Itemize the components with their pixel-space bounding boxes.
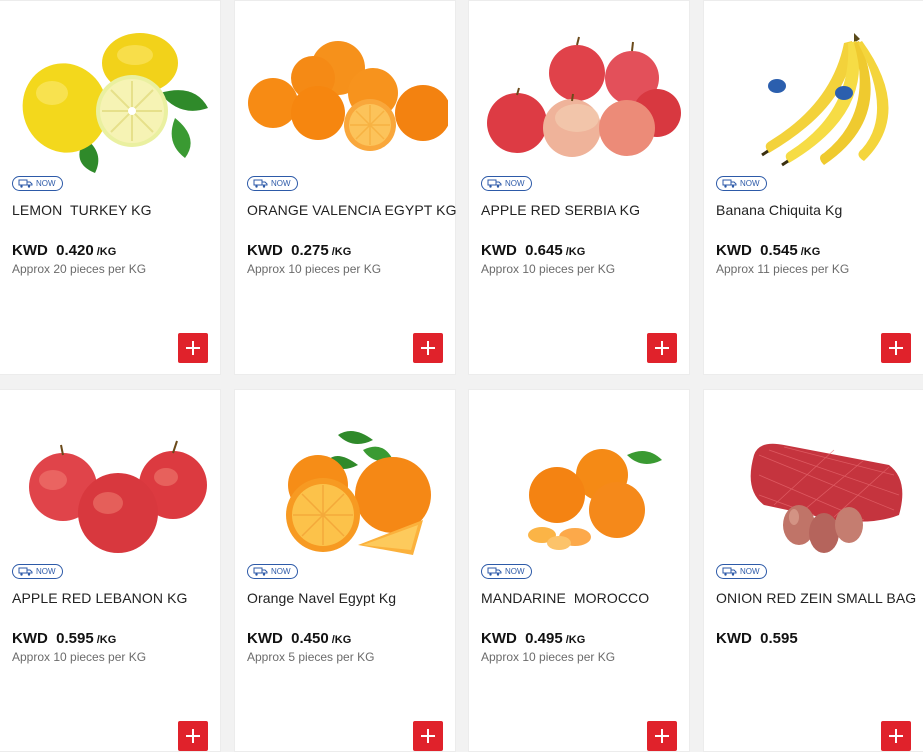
product-price: KWD 0.495/KG — [481, 630, 586, 647]
plus-icon — [421, 341, 435, 355]
product-card[interactable]: NOW MANDARINE MOROCCO KWD 0.495/KG Appro… — [468, 389, 690, 752]
add-to-cart-button[interactable] — [413, 721, 443, 751]
add-to-cart-button[interactable] — [178, 721, 208, 751]
product-card[interactable]: NOW LEMON TURKEY KG KWD 0.420/KG Approx … — [0, 0, 221, 375]
product-card[interactable]: NOW ORANGE VALENCIA EGYPT KG KWD 0.275/K… — [234, 0, 457, 375]
orange-valencia-image[interactable] — [235, 23, 455, 173]
approx-pieces: Approx 10 pieces per KG — [247, 262, 382, 276]
plus-icon — [421, 729, 435, 743]
delivery-now-badge: NOW — [716, 564, 767, 579]
delivery-now-badge: NOW — [247, 564, 298, 579]
add-to-cart-button[interactable] — [647, 721, 677, 751]
badge-label: NOW — [271, 179, 291, 188]
apple-red-lebanon-image[interactable] — [0, 420, 220, 570]
add-to-cart-button[interactable] — [647, 333, 677, 363]
add-to-cart-button[interactable] — [881, 721, 911, 751]
product-name[interactable]: Orange Navel Egypt Kg — [247, 590, 396, 606]
plus-icon — [655, 729, 669, 743]
plus-icon — [889, 341, 903, 355]
approx-pieces: Approx 11 pieces per KG — [716, 262, 850, 276]
plus-icon — [889, 729, 903, 743]
approx-pieces: Approx 20 pieces per KG — [12, 262, 147, 276]
badge-label: NOW — [740, 567, 760, 576]
product-price: KWD 0.595/KG — [12, 630, 117, 647]
delivery-truck-icon — [18, 567, 33, 576]
lemon-image[interactable] — [0, 23, 220, 173]
delivery-truck-icon — [253, 567, 268, 576]
apple-red-serbia-image[interactable] — [469, 23, 689, 173]
plus-icon — [655, 341, 669, 355]
delivery-truck-icon — [487, 567, 502, 576]
product-name[interactable]: APPLE RED SERBIA KG — [481, 202, 640, 218]
approx-pieces: Approx 10 pieces per KG — [12, 650, 147, 664]
onion-bag-image[interactable] — [704, 420, 923, 570]
plus-icon — [186, 341, 200, 355]
product-name[interactable]: ORANGE VALENCIA EGYPT KG — [247, 202, 457, 218]
product-price: KWD 0.595 — [716, 630, 798, 647]
delivery-now-badge: NOW — [716, 176, 767, 191]
delivery-now-badge: NOW — [12, 564, 63, 579]
badge-label: NOW — [505, 179, 525, 188]
delivery-now-badge: NOW — [481, 176, 532, 191]
delivery-truck-icon — [722, 567, 737, 576]
product-name[interactable]: ONION RED ZEIN SMALL BAG — [716, 590, 916, 606]
add-to-cart-button[interactable] — [881, 333, 911, 363]
add-to-cart-button[interactable] — [178, 333, 208, 363]
mandarine-image[interactable] — [469, 420, 689, 570]
badge-label: NOW — [36, 567, 56, 576]
orange-navel-image[interactable] — [235, 420, 455, 570]
badge-label: NOW — [36, 179, 56, 188]
delivery-now-badge: NOW — [12, 176, 63, 191]
product-name[interactable]: LEMON TURKEY KG — [12, 202, 152, 218]
product-card[interactable]: NOW APPLE RED SERBIA KG KWD 0.645/KG App… — [468, 0, 690, 375]
delivery-truck-icon — [18, 179, 33, 188]
product-name[interactable]: APPLE RED LEBANON KG — [12, 590, 188, 606]
approx-pieces: Approx 10 pieces per KG — [481, 262, 616, 276]
product-card[interactable]: NOW APPLE RED LEBANON KG KWD 0.595/KG Ap… — [0, 389, 221, 752]
delivery-now-badge: NOW — [481, 564, 532, 579]
product-price: KWD 0.420/KG — [12, 242, 117, 259]
product-grid: NOW LEMON TURKEY KG KWD 0.420/KG Approx … — [0, 0, 923, 752]
approx-pieces: Approx 10 pieces per KG — [481, 650, 616, 664]
badge-label: NOW — [740, 179, 760, 188]
product-price: KWD 0.545/KG — [716, 242, 821, 259]
product-card[interactable]: NOW Banana Chiquita Kg KWD 0.545/KG Appr… — [703, 0, 923, 375]
plus-icon — [186, 729, 200, 743]
product-price: KWD 0.450/KG — [247, 630, 352, 647]
badge-label: NOW — [505, 567, 525, 576]
delivery-now-badge: NOW — [247, 176, 298, 191]
product-card[interactable]: NOW ONION RED ZEIN SMALL BAG KWD 0.595 — [703, 389, 923, 752]
delivery-truck-icon — [487, 179, 502, 188]
delivery-truck-icon — [253, 179, 268, 188]
badge-label: NOW — [271, 567, 291, 576]
product-price: KWD 0.275/KG — [247, 242, 352, 259]
approx-pieces: Approx 5 pieces per KG — [247, 650, 375, 664]
product-card[interactable]: NOW Orange Navel Egypt Kg KWD 0.450/KG A… — [234, 389, 456, 752]
product-price: KWD 0.645/KG — [481, 242, 586, 259]
add-to-cart-button[interactable] — [413, 333, 443, 363]
product-name[interactable]: MANDARINE MOROCCO — [481, 590, 649, 606]
product-name[interactable]: Banana Chiquita Kg — [716, 202, 842, 218]
delivery-truck-icon — [722, 179, 737, 188]
banana-image[interactable] — [704, 23, 923, 173]
